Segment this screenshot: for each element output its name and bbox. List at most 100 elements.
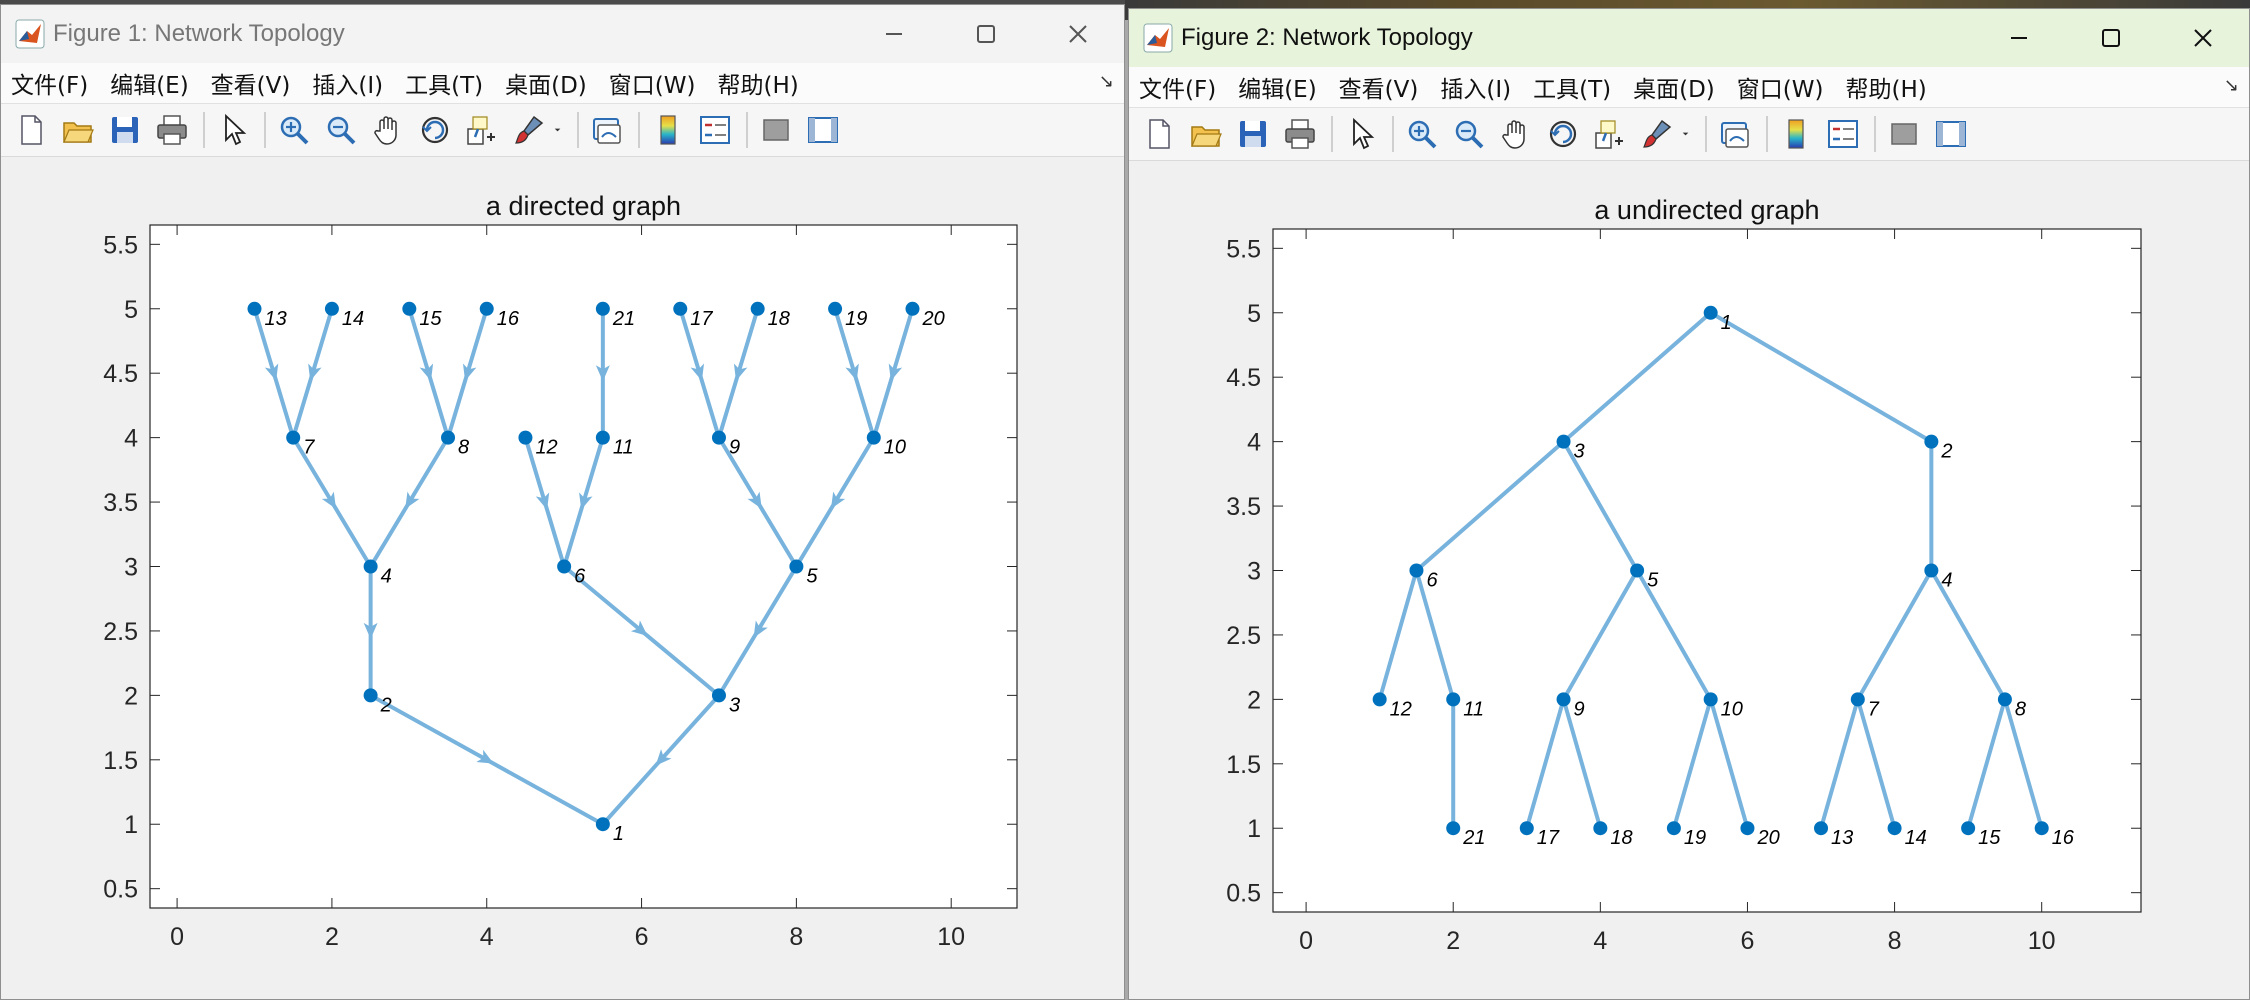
graph-node[interactable]	[1556, 692, 1571, 707]
graph-node[interactable]	[1593, 821, 1608, 836]
menu-tools[interactable]: 工具(T)	[394, 66, 494, 100]
brush-dropdown-button[interactable]	[550, 110, 566, 150]
menu-insert[interactable]: 插入(I)	[301, 66, 394, 100]
graph-node[interactable]	[324, 301, 339, 316]
brush-button[interactable]	[1637, 114, 1677, 154]
graph-node[interactable]	[1519, 821, 1534, 836]
rotate-3d-button[interactable]	[1543, 114, 1583, 154]
graph-node[interactable]	[479, 301, 494, 316]
close-button[interactable]	[1032, 5, 1124, 63]
link-plot-button[interactable]	[1715, 114, 1755, 154]
graph-node[interactable]	[905, 301, 920, 316]
graph-node[interactable]	[595, 430, 610, 445]
graph-node[interactable]	[595, 817, 610, 832]
graph-node[interactable]	[1556, 434, 1571, 449]
graph-node[interactable]	[828, 301, 843, 316]
graph-node[interactable]	[1814, 821, 1829, 836]
graph-node[interactable]	[1997, 692, 2012, 707]
select-pointer-button[interactable]	[213, 110, 253, 150]
graph-node[interactable]	[711, 430, 726, 445]
graph-node[interactable]	[1372, 692, 1387, 707]
menu-window[interactable]: 窗口(W)	[1726, 70, 1835, 104]
zoom-out-button[interactable]	[1449, 114, 1489, 154]
zoom-in-button[interactable]	[1402, 114, 1442, 154]
show-plot-tools-button[interactable]	[1931, 114, 1971, 154]
menu-file[interactable]: 文件(F)	[1, 66, 99, 100]
minimize-button[interactable]	[848, 5, 940, 63]
graph-node[interactable]	[1409, 563, 1424, 578]
hide-plot-tools-button[interactable]	[756, 110, 796, 150]
graph-node[interactable]	[1887, 821, 1902, 836]
pan-hand-button[interactable]	[1496, 114, 1536, 154]
save-button[interactable]	[1233, 114, 1273, 154]
brush-dropdown-button[interactable]	[1678, 114, 1694, 154]
menu-view[interactable]: 查看(V)	[200, 66, 302, 100]
graph-node[interactable]	[595, 301, 610, 316]
graph-node[interactable]	[557, 559, 572, 574]
graph-node[interactable]	[1740, 821, 1755, 836]
new-figure-button[interactable]	[11, 110, 51, 150]
menu-window[interactable]: 窗口(W)	[598, 66, 707, 100]
graph-node[interactable]	[673, 301, 688, 316]
save-button[interactable]	[105, 110, 145, 150]
menu-help[interactable]: 帮助(H)	[706, 66, 809, 100]
zoom-in-button[interactable]	[274, 110, 314, 150]
rotate-3d-button[interactable]	[415, 110, 455, 150]
graph-node[interactable]	[1850, 692, 1865, 707]
dock-arrow-icon[interactable]: ↘	[2224, 75, 2239, 96]
select-pointer-button[interactable]	[1341, 114, 1381, 154]
dock-arrow-icon[interactable]: ↘	[1099, 71, 1114, 92]
graph-node[interactable]	[2034, 821, 2049, 836]
menu-file[interactable]: 文件(F)	[1129, 70, 1227, 104]
menu-edit[interactable]: 编辑(E)	[99, 66, 199, 100]
print-button[interactable]	[1280, 114, 1320, 154]
legend-button[interactable]	[1823, 114, 1863, 154]
graph-node[interactable]	[247, 301, 262, 316]
graph-node[interactable]	[1446, 821, 1461, 836]
maximize-button[interactable]	[940, 5, 1032, 63]
graph-node[interactable]	[286, 430, 301, 445]
graph-plot[interactable]: a directed graph 0 2 4 6 8 10 0.5 1 1.5 2 2.5 3 3.5 4 4…	[1, 157, 1125, 1000]
data-cursor-button[interactable]	[1590, 114, 1630, 154]
menu-help[interactable]: 帮助(H)	[1834, 70, 1937, 104]
graph-node[interactable]	[363, 559, 378, 574]
title-bar[interactable]: Figure 1: Network Topology	[1, 5, 1124, 63]
hide-plot-tools-button[interactable]	[1884, 114, 1924, 154]
zoom-out-button[interactable]	[321, 110, 361, 150]
maximize-button[interactable]	[2065, 9, 2157, 67]
graph-node[interactable]	[1703, 692, 1718, 707]
figure-window-1[interactable]: Figure 1: Network Topology 文件(F) 编辑(E) 查…	[0, 4, 1125, 1000]
axes-box[interactable]	[1272, 228, 2142, 913]
new-figure-button[interactable]	[1139, 114, 1179, 154]
graph-node[interactable]	[1666, 821, 1681, 836]
menu-view[interactable]: 查看(V)	[1328, 70, 1430, 104]
graph-node[interactable]	[402, 301, 417, 316]
link-plot-button[interactable]	[587, 110, 627, 150]
graph-node[interactable]	[1924, 563, 1939, 578]
print-button[interactable]	[152, 110, 192, 150]
menu-edit[interactable]: 编辑(E)	[1227, 70, 1327, 104]
graph-node[interactable]	[866, 430, 881, 445]
graph-node[interactable]	[1446, 692, 1461, 707]
graph-node[interactable]	[1924, 434, 1939, 449]
brush-button[interactable]	[509, 110, 549, 150]
graph-node[interactable]	[750, 301, 765, 316]
graph-node[interactable]	[363, 688, 378, 703]
graph-node[interactable]	[1961, 821, 1976, 836]
open-file-button[interactable]	[1186, 114, 1226, 154]
pan-hand-button[interactable]	[368, 110, 408, 150]
close-button[interactable]	[2157, 9, 2249, 67]
menu-tools[interactable]: 工具(T)	[1522, 70, 1622, 104]
graph-node[interactable]	[518, 430, 533, 445]
open-file-button[interactable]	[58, 110, 98, 150]
graph-node[interactable]	[789, 559, 804, 574]
graph-plot[interactable]: a undirected graph 0 2 4 6 8 10 0.5 1 1.5 2 2.5 3 3.5…	[1129, 161, 2250, 1000]
data-cursor-button[interactable]	[462, 110, 502, 150]
title-bar[interactable]: Figure 2: Network Topology	[1129, 9, 2249, 67]
colorbar-button[interactable]	[648, 110, 688, 150]
colorbar-button[interactable]	[1776, 114, 1816, 154]
graph-node[interactable]	[441, 430, 456, 445]
menu-desktop[interactable]: 桌面(D)	[1622, 70, 1726, 104]
figure-window-2[interactable]: Figure 2: Network Topology 文件(F) 编辑(E) 查…	[1128, 8, 2250, 1000]
legend-button[interactable]	[695, 110, 735, 150]
